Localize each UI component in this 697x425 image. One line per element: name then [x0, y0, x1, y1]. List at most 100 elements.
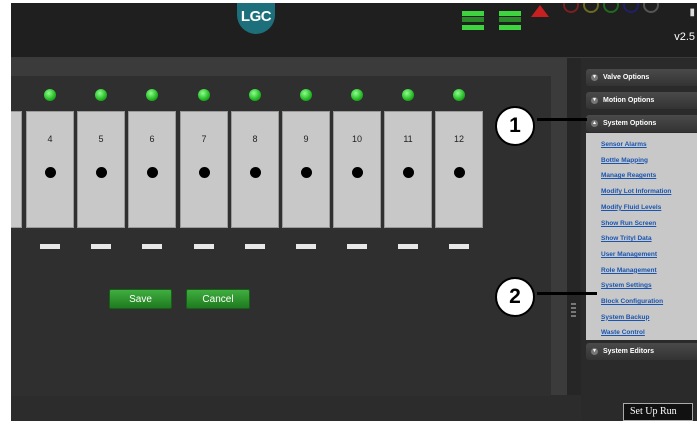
version-label: v2.5 — [674, 31, 695, 43]
well-position-icon — [403, 167, 414, 178]
well-status-led-icon — [198, 89, 210, 101]
callout-leader — [537, 118, 587, 121]
status-light-icon — [623, 3, 639, 13]
well-slot[interactable]: 5 — [77, 111, 125, 228]
system-option-link[interactable]: System Backup — [601, 314, 649, 321]
cancel-button[interactable]: Cancel — [186, 289, 250, 309]
well-status-led-icon — [351, 89, 363, 101]
well-number: 7 — [201, 134, 207, 144]
chevron-down-icon: ▼ — [591, 348, 598, 355]
system-option-link[interactable]: System Settings — [601, 282, 652, 289]
well-slot[interactable]: 11 — [384, 111, 432, 228]
well-number: 12 — [453, 134, 464, 144]
system-option-link[interactable]: User Management — [601, 251, 657, 258]
well-position-icon — [45, 167, 56, 178]
status-light-icon — [643, 3, 659, 13]
well-marker — [296, 244, 316, 249]
well-status-led-icon — [44, 89, 56, 101]
splitter-grip-icon[interactable] — [571, 303, 576, 317]
well-position-icon — [147, 167, 158, 178]
well-position-icon — [250, 167, 261, 178]
splitter-bar[interactable] — [567, 58, 581, 395]
system-option-link[interactable]: Show Run Screen — [601, 220, 656, 227]
app-screen: LGC ▮ v2.5 Save Cancel ▼ Valve Options ▼… — [11, 3, 697, 421]
system-options-list: Sensor Alarms Bottle Mapping Manage Reagen… — [586, 133, 697, 340]
chevron-down-icon: ▼ — [591, 74, 598, 81]
status-indicator — [462, 25, 484, 30]
well-status-led-icon — [453, 89, 465, 101]
well-number: 11 — [403, 134, 413, 144]
well-marker — [398, 244, 418, 249]
well-status-led-icon — [95, 89, 107, 101]
well-position-icon — [301, 167, 312, 178]
well-number: 6 — [149, 134, 155, 144]
well-slot[interactable]: 9 — [282, 111, 330, 228]
help-icon[interactable]: ▮ — [689, 7, 695, 18]
figure: LGC ▮ v2.5 Save Cancel ▼ Valve Options ▼… — [0, 0, 697, 425]
system-option-link[interactable]: Modify Fluid Levels — [601, 204, 661, 211]
callout-2: 2 — [495, 277, 535, 317]
chevron-down-icon: ▼ — [591, 97, 598, 104]
well-number: 10 — [351, 134, 362, 144]
set-up-run-button[interactable]: Set Up Run — [623, 403, 693, 421]
well-status-led-icon — [146, 89, 158, 101]
status-indicator — [462, 11, 484, 16]
well-marker — [40, 244, 60, 249]
well-slot[interactable]: 8 — [231, 111, 279, 228]
status-light-icon — [583, 3, 599, 13]
well-status-led-icon — [402, 89, 414, 101]
section-label: System Editors — [603, 348, 654, 355]
well-status-led-icon — [249, 89, 261, 101]
status-indicator — [499, 11, 521, 16]
alert-triangle-icon[interactable] — [531, 5, 549, 17]
well-marker — [142, 244, 162, 249]
status-light-icon — [563, 3, 579, 13]
well-slot[interactable]: 10 — [333, 111, 381, 228]
well-number: 5 — [98, 134, 104, 144]
status-indicator — [499, 17, 521, 22]
lgc-logo: LGC — [237, 3, 275, 34]
well-number: 9 — [303, 134, 309, 144]
system-option-link[interactable]: Modify Lot Information — [601, 188, 671, 195]
section-label: Valve Options — [603, 74, 650, 81]
top-bar: LGC ▮ v2.5 — [11, 3, 697, 58]
well-position-icon — [352, 167, 363, 178]
save-button[interactable]: Save — [109, 289, 172, 309]
well-slot[interactable]: 6 — [128, 111, 176, 228]
well-status-led-icon — [300, 89, 312, 101]
well-marker — [347, 244, 367, 249]
system-option-link[interactable]: Waste Control — [601, 329, 645, 336]
well-position-icon — [199, 167, 210, 178]
system-option-link[interactable]: Show Trityl Data — [601, 235, 652, 242]
status-light-icon — [603, 3, 619, 13]
well-marker — [91, 244, 111, 249]
callout-leader — [537, 292, 597, 295]
well-marker — [245, 244, 265, 249]
section-system-editors[interactable]: ▼ System Editors — [586, 343, 697, 360]
system-option-link[interactable]: Sensor Alarms — [601, 141, 647, 148]
status-indicator — [499, 25, 521, 30]
well-marker — [194, 244, 214, 249]
section-system-options[interactable]: ▲ System Options — [586, 115, 697, 132]
well-number: 4 — [47, 134, 53, 144]
well-slot[interactable]: 4 — [26, 111, 74, 228]
status-indicator — [462, 17, 484, 22]
well-slot[interactable]: 12 — [435, 111, 483, 228]
system-option-link[interactable]: Role Management — [601, 267, 657, 274]
section-motion-options[interactable]: ▼ Motion Options — [586, 92, 697, 109]
options-sidebar: ▼ Valve Options ▼ Motion Options ▲ Syste… — [581, 58, 697, 421]
well-position-icon — [96, 167, 107, 178]
section-label: Motion Options — [603, 97, 655, 104]
well-slot[interactable] — [11, 111, 22, 228]
section-valve-options[interactable]: ▼ Valve Options — [586, 69, 697, 86]
section-label: System Options — [603, 120, 657, 127]
well-number: 8 — [252, 134, 258, 144]
system-option-link[interactable]: Block Configuration — [601, 298, 663, 305]
well-marker — [449, 244, 469, 249]
system-option-link[interactable]: Bottle Mapping — [601, 157, 648, 164]
well-slot[interactable]: 7 — [180, 111, 228, 228]
chevron-up-icon: ▲ — [591, 120, 598, 127]
well-position-icon — [454, 167, 465, 178]
callout-1: 1 — [495, 106, 535, 146]
system-option-link[interactable]: Manage Reagents — [601, 172, 656, 179]
